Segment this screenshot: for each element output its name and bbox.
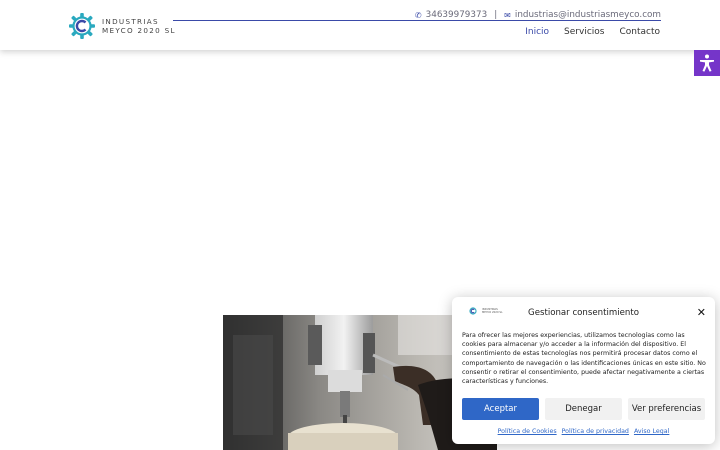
- accessibility-button[interactable]: [694, 50, 720, 76]
- phone-icon: ✆: [414, 10, 422, 20]
- consent-body: Para ofrecer las mejores experiencias, u…: [462, 332, 706, 386]
- nav-item-contacto[interactable]: Contacto: [619, 27, 660, 37]
- contact-separator: |: [494, 10, 498, 20]
- deny-button[interactable]: Denegar: [545, 398, 622, 420]
- contact-divider: [173, 20, 661, 21]
- close-icon[interactable]: ✕: [697, 306, 706, 319]
- accept-button[interactable]: Aceptar: [462, 398, 539, 420]
- logo-line-1: INDUSTRIAS: [102, 17, 159, 26]
- gear-logo-icon: [69, 13, 95, 39]
- email-link[interactable]: industrias@industriasmeyco.com: [515, 10, 661, 20]
- consent-links: Política de Cookies Política de privacid…: [452, 428, 715, 435]
- privacy-policy-link[interactable]: Política de privacidad: [562, 428, 629, 435]
- preferences-button[interactable]: Ver preferencias: [628, 398, 705, 420]
- logo-line-2: MEYCO 2020 SL: [102, 26, 176, 35]
- site-logo[interactable]: INDUSTRIAS MEYCO 2020 SL: [68, 12, 176, 40]
- logo-text: INDUSTRIAS MEYCO 2020 SL: [102, 17, 176, 35]
- contact-bar: ✆ 34639979373 | ✉ industrias@industriasm…: [415, 10, 661, 20]
- accessibility-icon: [700, 54, 714, 72]
- page: INDUSTRIAS MEYCO 2020 SL ✆ 34639979373 |…: [0, 0, 720, 450]
- legal-notice-link[interactable]: Aviso Legal: [634, 428, 669, 435]
- envelope-icon: ✉: [504, 10, 511, 20]
- nav-item-servicios[interactable]: Servicios: [564, 27, 604, 37]
- site-header: INDUSTRIAS MEYCO 2020 SL ✆ 34639979373 |…: [0, 0, 720, 50]
- nav-item-inicio[interactable]: Inicio: [525, 27, 549, 37]
- cookie-policy-link[interactable]: Política de Cookies: [498, 428, 557, 435]
- consent-dialog: INDUSTRIAS MEYCO 2020 SL Gestionar conse…: [452, 297, 715, 444]
- main-nav: Inicio Servicios Contacto: [510, 27, 660, 37]
- phone-link[interactable]: 34639979373: [426, 10, 488, 20]
- consent-title: Gestionar consentimiento: [528, 308, 639, 318]
